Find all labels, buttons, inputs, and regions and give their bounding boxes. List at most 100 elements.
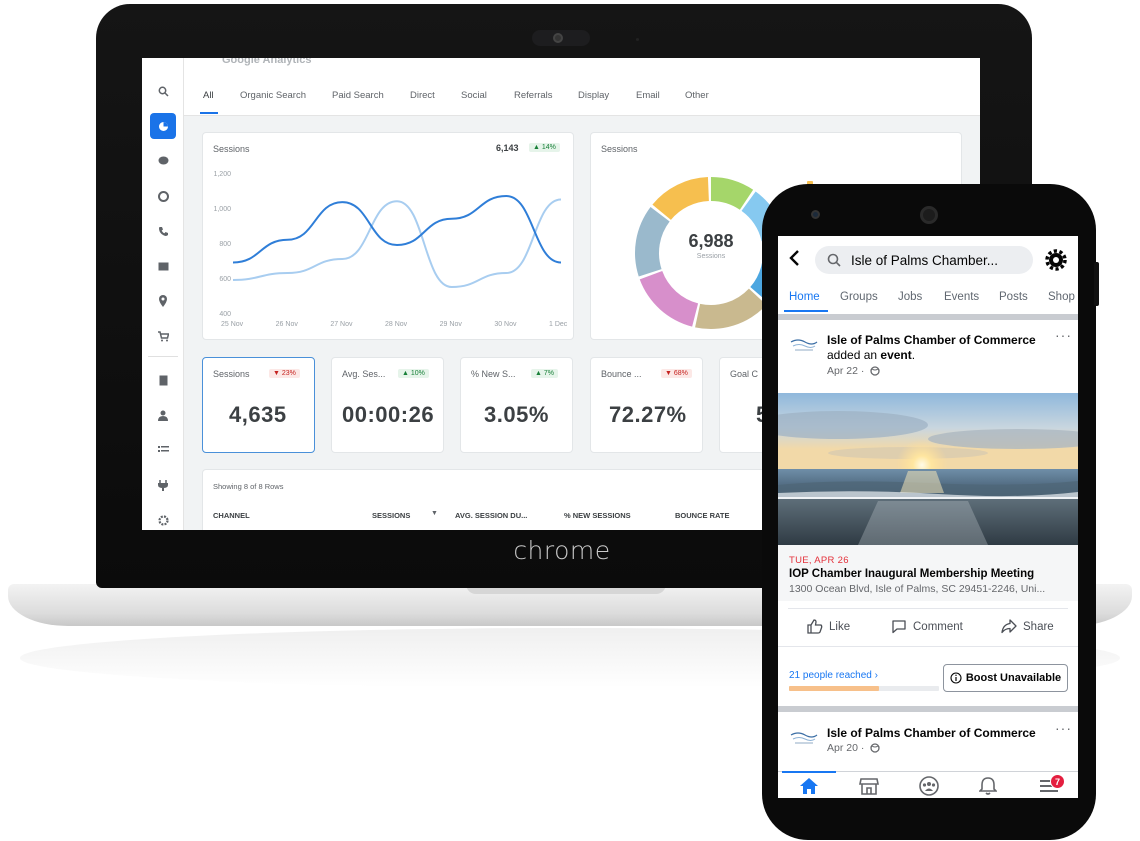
comment-button[interactable]: Comment [891, 619, 963, 634]
share-icon [1001, 619, 1017, 634]
tab-organic-search[interactable]: Organic Search [240, 90, 306, 101]
section-divider [778, 706, 1078, 712]
actions-divider [788, 608, 1068, 609]
table-row-count: Showing 8 of 8 Rows [213, 482, 284, 491]
page-logo[interactable] [789, 726, 819, 748]
event-title: IOP Chamber Inaugural Membership Meeting [789, 568, 1035, 580]
reach-progress-track [789, 686, 939, 691]
tab-events[interactable]: Events [944, 291, 979, 303]
tab-jobs[interactable]: Jobs [898, 291, 922, 303]
donut-slice [635, 206, 670, 277]
tab-all[interactable]: All [203, 90, 214, 101]
metric-change-badge: ▲ 7% [531, 369, 558, 378]
tab-display[interactable]: Display [578, 90, 609, 101]
cart-icon[interactable] [156, 329, 170, 343]
tab-paid-search[interactable]: Paid Search [332, 90, 384, 101]
notifications-bell-icon[interactable] [976, 776, 1000, 796]
share-label: Share [1023, 620, 1054, 633]
chat-icon[interactable] [156, 154, 170, 168]
metric-label: Sessions [213, 369, 250, 379]
y-tick-label: 1,200 [213, 171, 231, 178]
boost-label: Boost Unavailable [965, 672, 1062, 684]
settings-gear-icon[interactable] [1045, 249, 1067, 276]
comment-icon [892, 620, 906, 634]
page-logo[interactable] [789, 333, 819, 355]
event-cover-photo[interactable] [778, 393, 1078, 545]
user-icon[interactable] [156, 408, 170, 422]
post-date[interactable]: Apr 20 · [827, 742, 864, 754]
x-tick-label: 25 Nov [221, 321, 244, 328]
tab-home[interactable]: Home [789, 291, 820, 303]
marketplace-icon[interactable] [857, 776, 881, 796]
post-page-name[interactable]: Isle of Palms Chamber of Commerce [827, 333, 1036, 347]
tab-direct[interactable]: Direct [410, 90, 435, 101]
column-header[interactable]: SESSIONS [372, 511, 410, 520]
list-icon[interactable] [156, 443, 170, 457]
tab-email[interactable]: Email [636, 90, 660, 101]
x-tick-label: 30 Nov [494, 321, 517, 328]
metric-label: Bounce ... [601, 369, 642, 379]
donut-center-value: 6,988 [688, 231, 734, 251]
column-header[interactable]: % NEW SESSIONS [564, 511, 631, 520]
like-button[interactable]: Like [807, 619, 850, 634]
mail-icon[interactable] [156, 259, 170, 273]
column-header[interactable]: AVG. SESSION DU... [455, 511, 527, 520]
plug-icon[interactable] [156, 478, 170, 492]
y-tick-label: 600 [219, 276, 231, 283]
metric-value: 00:00:26 [342, 402, 435, 427]
metric-card-new-sessions[interactable]: % New S... ▲ 7% 3.05% [460, 357, 573, 453]
active-tab-indicator [784, 310, 828, 312]
active-tab-underline [200, 112, 218, 114]
home-icon[interactable] [797, 776, 821, 796]
notification-badge: 7 [1050, 774, 1065, 789]
donut-title: Sessions [601, 144, 638, 154]
metric-change-badge: ▲ 10% [398, 369, 429, 378]
post-action-event: event [880, 348, 912, 362]
event-details[interactable]: TUE, APR 26 IOP Chamber Inaugural Member… [778, 545, 1078, 601]
phone-icon[interactable] [156, 224, 170, 238]
metric-card-sessions[interactable]: Sessions ▼ 23% 4,635 [202, 357, 315, 453]
location-icon[interactable] [156, 294, 170, 308]
metric-value: 72.27% [609, 402, 687, 427]
gear-icon[interactable] [156, 513, 170, 527]
y-tick-label: 1,000 [213, 206, 231, 213]
tab-shop[interactable]: Shop [1048, 291, 1075, 303]
facebook-page-screen: Isle of Palms Chamber... Home Groups Job… [778, 236, 1078, 798]
laptop-webcam-led [636, 38, 639, 41]
groups-icon[interactable] [917, 776, 941, 796]
metric-card-bounce[interactable]: Bounce ... ▼ 68% 72.27% [590, 357, 703, 453]
search-icon[interactable] [156, 84, 170, 98]
phone-side-button [1094, 262, 1099, 306]
more-options-icon[interactable]: ··· [1055, 720, 1072, 736]
metric-change-badge: ▼ 68% [661, 369, 692, 378]
search-icon [827, 253, 841, 267]
support-icon[interactable] [156, 189, 170, 203]
laptop-brand-label: chrome [513, 536, 611, 565]
column-header[interactable]: BOUNCE RATE [675, 511, 729, 520]
column-header[interactable]: CHANNEL [213, 511, 250, 520]
back-arrow-icon[interactable] [788, 250, 800, 271]
sort-desc-icon[interactable]: ▼ [431, 510, 438, 517]
app-title: Google Analytics [222, 58, 312, 66]
more-options-icon[interactable]: ··· [1055, 327, 1072, 343]
share-button[interactable]: Share [1001, 619, 1054, 634]
post-page-name[interactable]: Isle of Palms Chamber of Commerce [827, 726, 1036, 740]
pie-chart-icon [156, 119, 170, 133]
metric-value: 3.05% [484, 402, 549, 427]
tab-posts[interactable]: Posts [999, 291, 1028, 303]
tab-social[interactable]: Social [461, 90, 487, 101]
report-icon[interactable] [156, 373, 170, 387]
boost-unavailable-button[interactable]: Boost Unavailable [943, 664, 1068, 692]
tab-groups[interactable]: Groups [840, 291, 878, 303]
laptop-webcam [553, 33, 563, 43]
metric-card-avg-session[interactable]: Avg. Ses... ▲ 10% 00:00:26 [331, 357, 444, 453]
tab-referrals[interactable]: Referrals [514, 90, 553, 101]
post-date[interactable]: Apr 22 · [827, 365, 864, 377]
tab-other[interactable]: Other [685, 90, 709, 101]
donut-center-label: Sessions [696, 253, 726, 260]
event-location: 1300 Ocean Blvd, Isle of Palms, SC 29451… [789, 583, 1046, 595]
search-input[interactable]: Isle of Palms Chamber... [815, 246, 1033, 274]
active-nav-indicator [782, 771, 836, 773]
chevron-right-icon: › [874, 670, 878, 681]
people-reached-link[interactable]: 21 people reached › [789, 670, 878, 681]
